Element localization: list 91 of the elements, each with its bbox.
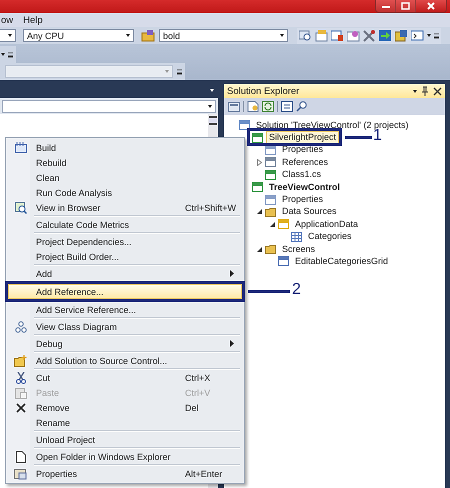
- find-dropdown[interactable]: bold: [159, 29, 288, 42]
- tree-item[interactable]: Class1.cs: [279, 168, 324, 182]
- menu-item[interactable]: Add Service Reference...: [8, 302, 242, 317]
- menu-item[interactable]: View in Browser Ctrl+Shift+W: [8, 200, 242, 215]
- file-icon: [265, 144, 276, 155]
- tree-item[interactable]: Screens: [279, 242, 318, 256]
- dropdown-arrow-icon[interactable]: [427, 34, 431, 37]
- menu-item[interactable]: Run Code Analysis: [8, 185, 242, 200]
- window-icon[interactable]: [281, 101, 293, 112]
- close-icon[interactable]: [433, 86, 442, 96]
- tools-icon[interactable]: [363, 30, 376, 42]
- tree-item[interactable]: EditableCategoriesGrid: [292, 255, 392, 268]
- file-icon: [278, 256, 289, 266]
- collapse-arrow-icon[interactable]: [256, 208, 263, 216]
- menu-item[interactable]: Rename: [8, 415, 242, 430]
- diagram-icon: [14, 320, 26, 332]
- menu-item[interactable]: ow: [0, 14, 14, 26]
- menu-item[interactable]: Debug: [8, 336, 242, 351]
- menu-item[interactable]: Build: [8, 140, 242, 155]
- window-icon[interactable]: [315, 30, 328, 42]
- close-button[interactable]: [416, 0, 446, 12]
- clipboard-icon: [14, 386, 26, 398]
- scissors-icon: [16, 372, 26, 384]
- menu-item[interactable]: Open Folder in Windows Explorer: [8, 449, 242, 464]
- file-icon: [252, 132, 263, 143]
- window-icon: [14, 468, 27, 480]
- menu-item[interactable]: Cut Ctrl+X: [8, 370, 242, 385]
- tree-item[interactable]: ApplicationData: [292, 218, 362, 231]
- restore-button[interactable]: [396, 0, 416, 12]
- collapse-arrow-icon[interactable]: [269, 220, 276, 228]
- leader-line: [345, 136, 372, 139]
- file-icon: [265, 170, 276, 180]
- leader-line: [248, 290, 290, 293]
- folder-icon: [265, 206, 276, 217]
- tree-item[interactable]: Categories: [305, 230, 355, 244]
- close-icon: [16, 402, 26, 412]
- window-icon[interactable]: [331, 30, 344, 42]
- window-icon[interactable]: [395, 30, 408, 42]
- callout-number: 2: [292, 281, 301, 299]
- page-icon: [16, 450, 26, 462]
- menu-item[interactable]: Add Reference...: [8, 284, 242, 299]
- splitter-icon[interactable]: [209, 116, 217, 125]
- tree-item[interactable]: Properties: [279, 193, 326, 206]
- menu-item[interactable]: Remove Del: [8, 400, 242, 415]
- refresh-icon[interactable]: [262, 101, 274, 112]
- folder-icon: [265, 244, 276, 254]
- menu-item[interactable]: Calculate Code Metrics: [8, 217, 242, 232]
- expand-arrow-icon[interactable]: [256, 158, 263, 166]
- close-icon: [426, 2, 436, 10]
- dropdown-arrow-icon[interactable]: [1, 53, 5, 56]
- folder-icon[interactable]: [141, 30, 155, 42]
- menu-item[interactable]: View Class Diagram: [8, 319, 242, 334]
- menu-item[interactable]: Add Solution to Source Control...: [8, 353, 242, 368]
- menu-item[interactable]: Help: [22, 14, 44, 26]
- table-icon: [291, 232, 302, 242]
- panel-title: Solution Explorer: [227, 86, 300, 96]
- file-icon: [265, 194, 276, 205]
- pin-icon[interactable]: [421, 86, 429, 96]
- browser-icon: [14, 202, 26, 214]
- dropdown-arrow-icon: [8, 34, 12, 37]
- build-icon: [14, 142, 26, 153]
- menu-item[interactable]: Properties Alt+Enter: [8, 466, 242, 481]
- menu-item[interactable]: Unload Project: [8, 432, 242, 447]
- file-icon: [278, 219, 289, 230]
- dropdown-arrow-icon[interactable]: [413, 90, 417, 92]
- minimize-icon: [380, 3, 390, 9]
- file-icon: [265, 157, 276, 168]
- configuration-dropdown[interactable]: [0, 29, 16, 42]
- menu-item[interactable]: Project Build Order...: [8, 249, 242, 264]
- minimize-button[interactable]: [376, 0, 396, 12]
- menu-item[interactable]: Add: [8, 266, 242, 281]
- file-icon: [252, 182, 263, 192]
- page-icon[interactable]: [247, 101, 259, 112]
- menu-item[interactable]: Clean: [8, 170, 242, 185]
- menu-item[interactable]: Rebuild: [8, 155, 242, 170]
- search-icon[interactable]: [296, 101, 308, 112]
- folder-icon: [14, 354, 27, 366]
- window-icon[interactable]: [411, 30, 424, 42]
- tree-item[interactable]: TreeViewControl: [266, 180, 343, 194]
- arrow-icon[interactable]: [379, 30, 392, 42]
- tree-item[interactable]: Data Sources: [279, 205, 340, 218]
- file-icon: [239, 120, 250, 130]
- tree-item[interactable]: Properties: [279, 143, 326, 156]
- restore-icon: [400, 2, 410, 10]
- collapse-arrow-icon[interactable]: [256, 246, 263, 253]
- search-icon[interactable]: [299, 30, 312, 42]
- tree-item[interactable]: References: [279, 156, 332, 169]
- tree-item[interactable]: SilverlightProject: [266, 131, 340, 144]
- window-icon[interactable]: [347, 30, 360, 42]
- menu-item[interactable]: Project Dependencies...: [8, 234, 242, 249]
- platform-dropdown[interactable]: Any CPU: [23, 29, 134, 42]
